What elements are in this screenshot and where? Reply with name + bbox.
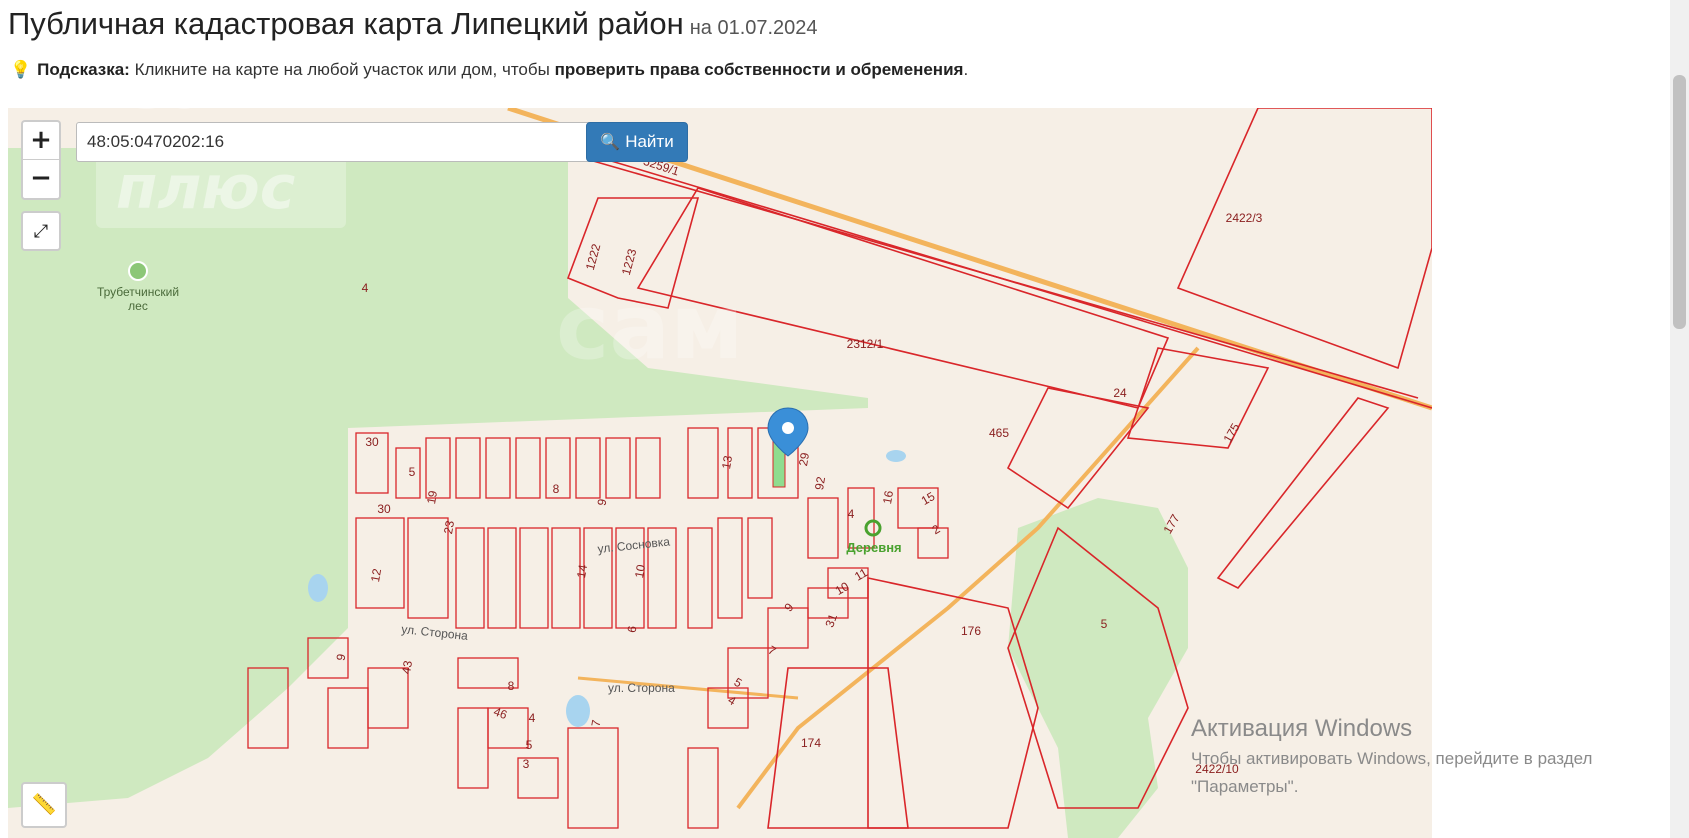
pond-west xyxy=(308,574,328,602)
svg-text:24: 24 xyxy=(1113,386,1127,400)
hint-line: 💡 Подсказка: Кликните на карте на любой у… xyxy=(10,60,968,80)
lightbulb-icon: 💡 xyxy=(10,60,32,79)
zoom-control: + − xyxy=(21,120,61,200)
cadastral-number-search-input[interactable] xyxy=(76,122,632,162)
svg-text:19: 19 xyxy=(424,489,440,505)
svg-text:10: 10 xyxy=(632,563,648,579)
svg-text:30: 30 xyxy=(365,435,379,449)
svg-text:4: 4 xyxy=(848,507,855,521)
svg-text:12: 12 xyxy=(368,567,384,583)
page-title-date: на 01.07.2024 xyxy=(689,17,818,39)
svg-text:8: 8 xyxy=(553,482,560,496)
expand-icon: ⤢ xyxy=(33,221,49,241)
svg-text:5: 5 xyxy=(526,738,533,752)
ruler-icon: 📏 xyxy=(31,794,57,816)
svg-text:174: 174 xyxy=(801,736,821,750)
svg-text:29: 29 xyxy=(796,451,812,467)
svg-text:4: 4 xyxy=(362,281,369,295)
svg-text:8: 8 xyxy=(508,679,515,693)
village-label: Деревня xyxy=(846,540,901,555)
windows-activation-line2: "Параметры". xyxy=(1191,777,1299,796)
search-button-label: Найти xyxy=(625,132,674,151)
zoom-in-button[interactable]: + xyxy=(23,122,59,160)
svg-text:3: 3 xyxy=(523,757,530,771)
svg-text:2422/3: 2422/3 xyxy=(1226,211,1263,225)
page-scrollbar[interactable] xyxy=(1670,0,1689,838)
svg-text:92: 92 xyxy=(812,475,828,491)
fullscreen-button[interactable]: ⤢ xyxy=(21,211,61,251)
hint-text: Кликните на карте на любой участок или д… xyxy=(134,60,550,79)
forest-icon xyxy=(128,261,148,281)
windows-activation-line1: Чтобы активировать Windows, перейдите в … xyxy=(1191,749,1593,768)
pond-north xyxy=(886,450,906,462)
svg-text:плюс: плюс xyxy=(116,153,295,223)
windows-activation-watermark: Активация Windows Чтобы активировать Win… xyxy=(1191,715,1592,799)
hint-label: Подсказка: xyxy=(37,60,130,79)
svg-text:43: 43 xyxy=(399,659,415,675)
pond xyxy=(566,695,590,727)
svg-text:23: 23 xyxy=(441,519,457,535)
zoom-out-button[interactable]: − xyxy=(23,160,59,197)
scrollbar-thumb[interactable] xyxy=(1673,75,1686,329)
svg-text:14: 14 xyxy=(574,563,590,579)
svg-text:465: 465 xyxy=(989,426,1009,440)
page-title-text: Публичная кадастровая карта Липецкий рай… xyxy=(8,6,684,41)
svg-text:2312/1: 2312/1 xyxy=(847,337,884,351)
svg-text:176: 176 xyxy=(961,624,981,638)
page-title: Публичная кадастровая карта Липецкий рай… xyxy=(8,6,818,42)
svg-text:16: 16 xyxy=(880,489,896,505)
hint-bold-text: проверить права собственности и обремене… xyxy=(554,60,964,79)
svg-text:5: 5 xyxy=(1101,617,1108,631)
svg-text:13: 13 xyxy=(719,454,735,470)
svg-text:5: 5 xyxy=(409,465,416,479)
svg-text:сам: сам xyxy=(556,275,744,380)
street-label: ул. Сторона xyxy=(608,681,675,695)
forest-label-line1: Трубетчинский xyxy=(97,285,179,299)
svg-text:4: 4 xyxy=(529,711,536,725)
hint-end: . xyxy=(963,60,969,79)
measure-ruler-button[interactable]: 📏 xyxy=(21,782,67,828)
forest-label-line2: лес xyxy=(128,299,148,313)
search-button[interactable]: 🔍 Найти xyxy=(586,122,688,162)
windows-activation-title: Активация Windows xyxy=(1191,715,1413,742)
svg-text:30: 30 xyxy=(377,502,391,516)
search-icon: 🔍 xyxy=(600,134,621,151)
